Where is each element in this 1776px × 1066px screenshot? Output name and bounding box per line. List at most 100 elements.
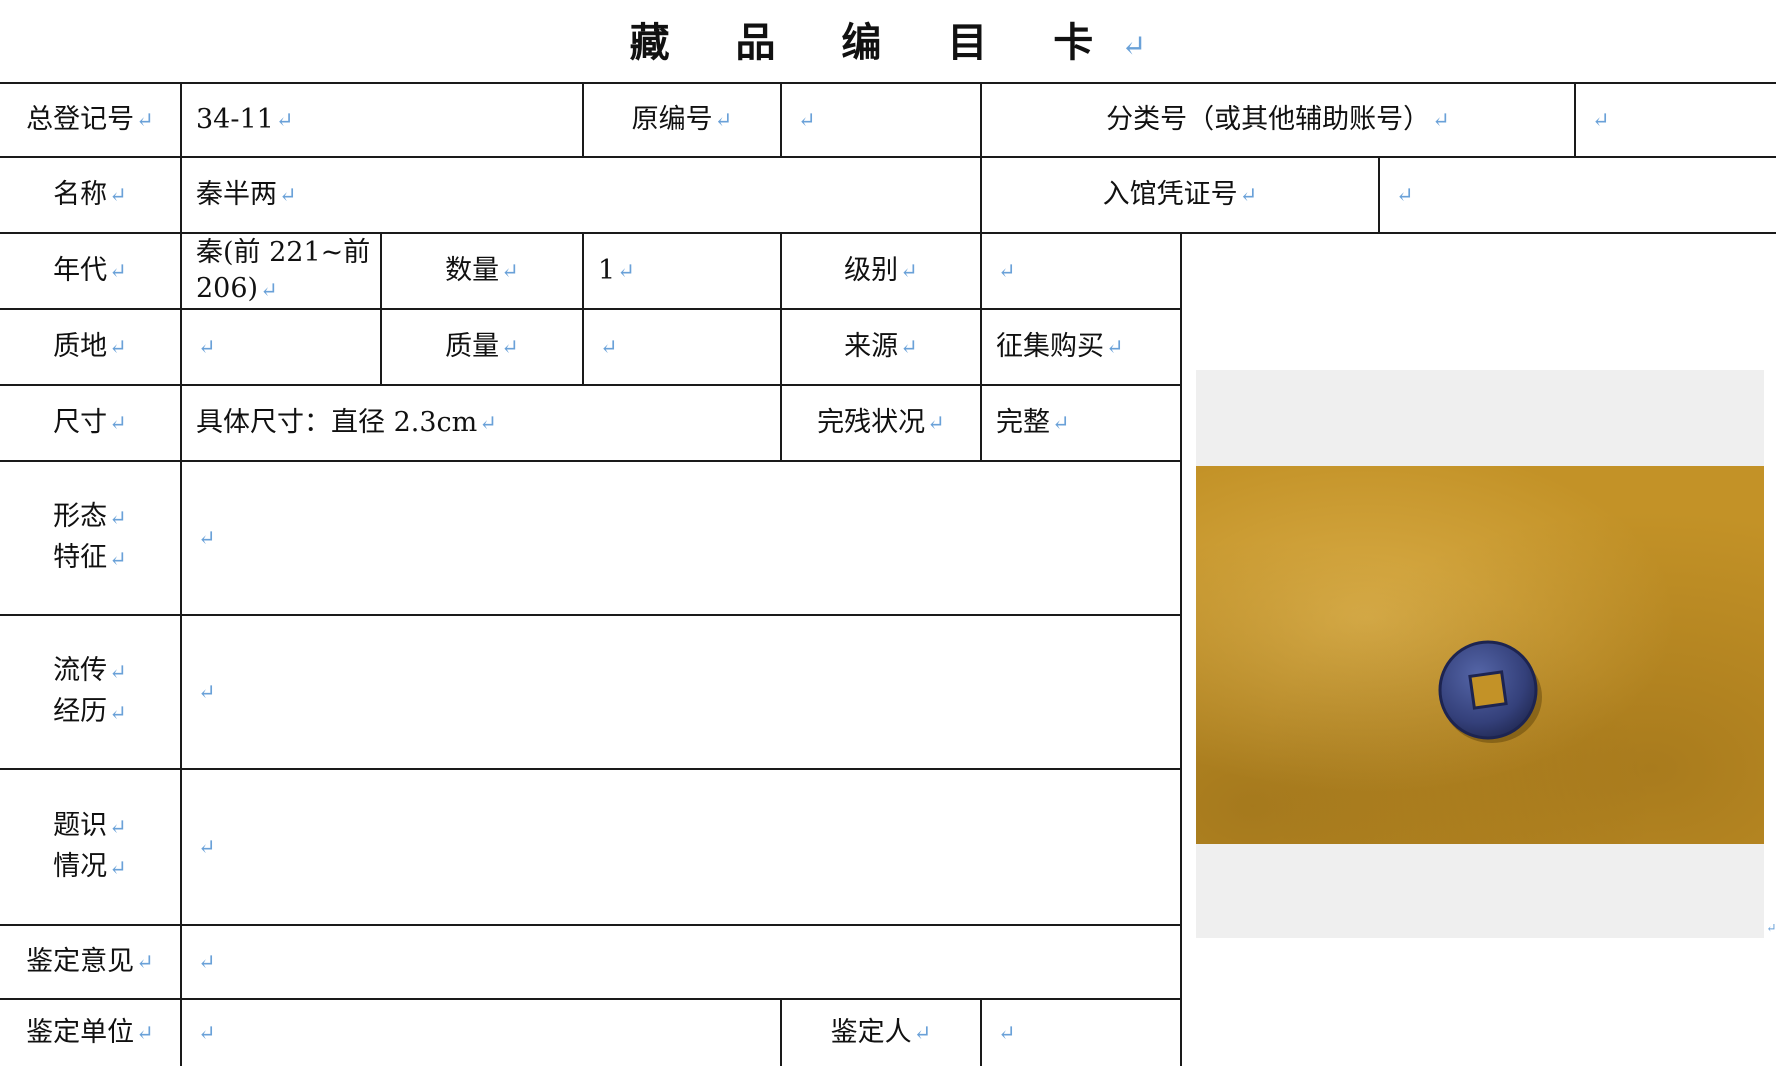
form-field[interactable]: ↵: [182, 462, 1182, 616]
return-mark-icon: ↵: [600, 334, 618, 359]
reg-no-field[interactable]: 34-11 ↵: [182, 84, 584, 158]
condition-label: 完残状况 ↵: [782, 386, 982, 462]
return-mark-icon: ↵: [109, 258, 127, 283]
history-label-line1: 流传: [53, 655, 108, 686]
return-mark-icon: ↵: [900, 258, 918, 283]
appraiser-label-text: 鉴定人: [830, 1017, 912, 1048]
return-mark-icon: ↵: [109, 505, 127, 530]
history-field[interactable]: ↵: [182, 616, 1182, 770]
return-mark-icon: ↵: [136, 949, 154, 974]
return-mark-icon: ↵: [109, 700, 127, 725]
class-no-label: 分类号（或其他辅助账号） ↵: [982, 84, 1576, 158]
history-label: 流传↵ 经历↵: [0, 616, 182, 770]
quantity-value: 1: [598, 255, 616, 286]
coin-image: [1438, 640, 1542, 743]
inscription-label-line2: 情况: [53, 851, 108, 882]
return-mark-icon: ↵: [900, 334, 918, 359]
unit-label-text: 鉴定单位: [26, 1017, 135, 1048]
orig-no-field[interactable]: ↵: [782, 84, 982, 158]
size-field[interactable]: 具体尺寸：直径 2.3cm ↵: [182, 386, 782, 462]
return-mark-icon: ↵: [109, 410, 127, 435]
class-no-label-text: 分类号（或其他辅助账号）: [1106, 104, 1431, 135]
source-value: 征集购买: [996, 331, 1104, 362]
return-mark-icon: ↵: [136, 107, 154, 132]
return-mark-icon: ↵: [136, 1020, 154, 1045]
condition-field[interactable]: 完整 ↵: [982, 386, 1182, 462]
return-mark-icon: ↵: [260, 276, 278, 302]
return-mark-icon: ↵: [109, 546, 127, 571]
appraiser-field[interactable]: ↵: [982, 1000, 1182, 1066]
artifact-photo: [1196, 466, 1764, 844]
grade-field[interactable]: ↵: [982, 234, 1182, 310]
form-label-line2: 特征: [53, 542, 108, 573]
return-mark-icon: ↵: [998, 1020, 1016, 1045]
return-mark-icon: ↵: [1239, 182, 1258, 207]
return-mark-icon: ↵: [198, 679, 216, 704]
source-label-text: 来源: [844, 331, 899, 362]
opinion-label-text: 鉴定意见: [26, 946, 135, 977]
return-mark-icon: ↵: [1766, 920, 1776, 935]
quantity-field[interactable]: 1 ↵: [584, 234, 782, 310]
return-mark-icon: ↵: [198, 525, 216, 550]
opinion-label: 鉴定意见 ↵: [0, 926, 182, 1000]
form-label: 形态↵ 特征↵: [0, 462, 182, 616]
return-mark-icon: ↵: [913, 1020, 932, 1045]
return-mark-icon: ↵: [275, 107, 294, 132]
return-mark-icon: ↵: [927, 410, 945, 435]
return-mark-icon: ↵: [109, 659, 127, 684]
opinion-field[interactable]: ↵: [182, 926, 1182, 1000]
condition-label-text: 完残状况: [817, 407, 926, 438]
return-mark-icon: ↵: [198, 1020, 216, 1045]
return-mark-icon: ↵: [617, 258, 635, 283]
weight-field[interactable]: ↵: [584, 310, 782, 386]
material-label-text: 质地: [53, 331, 108, 362]
card-title: 藏 品 编 目 卡↵: [0, 14, 1776, 72]
return-mark-icon: ↵: [1592, 107, 1610, 132]
weight-label-text: 质量: [445, 331, 500, 362]
form-label-line1: 形态: [53, 501, 108, 532]
return-mark-icon: ↵: [109, 182, 127, 207]
era-label: 年代 ↵: [0, 234, 182, 310]
era-field[interactable]: 秦(前 221~前 206)↵: [182, 234, 382, 310]
return-mark-icon: ↵: [501, 258, 519, 283]
reg-no-value: 34-11: [196, 104, 274, 135]
history-label-line2: 经历: [53, 696, 108, 727]
era-label-text: 年代: [53, 255, 108, 286]
return-mark-icon: ↵: [279, 182, 297, 207]
name-field[interactable]: 秦半两 ↵: [182, 158, 982, 234]
return-mark-icon: ↵: [714, 107, 733, 132]
era-value-line1: 秦(前 221~前: [196, 236, 371, 268]
size-label-text: 尺寸: [53, 407, 108, 438]
era-value-line2: 206): [196, 272, 259, 304]
appraiser-label: 鉴定人 ↵: [782, 1000, 982, 1066]
quantity-label: 数量 ↵: [382, 234, 584, 310]
grade-label: 级别 ↵: [782, 234, 982, 310]
source-field[interactable]: 征集购买 ↵: [982, 310, 1182, 386]
return-mark-icon: ↵: [1052, 410, 1070, 435]
size-label: 尺寸 ↵: [0, 386, 182, 462]
inscription-label-line1: 题识: [53, 810, 108, 841]
source-label: 来源 ↵: [782, 310, 982, 386]
material-field[interactable]: ↵: [182, 310, 382, 386]
return-mark-icon: ↵: [109, 814, 127, 839]
class-no-field[interactable]: ↵: [1576, 84, 1776, 158]
unit-field[interactable]: ↵: [182, 1000, 782, 1066]
material-label: 质地 ↵: [0, 310, 182, 386]
reg-no-label: 总登记号 ↵: [0, 84, 182, 158]
return-mark-icon: ↵: [1106, 334, 1124, 359]
entry-no-field[interactable]: ↵: [1380, 158, 1776, 234]
return-mark-icon: ↵: [1121, 29, 1147, 64]
return-mark-icon: ↵: [1432, 107, 1450, 132]
return-mark-icon: ↵: [1396, 182, 1414, 207]
name-label: 名称 ↵: [0, 158, 182, 234]
return-mark-icon: ↵: [479, 410, 497, 435]
unit-label: 鉴定单位 ↵: [0, 1000, 182, 1066]
entry-no-label-text: 入馆凭证号: [1102, 179, 1238, 210]
inscription-field[interactable]: ↵: [182, 770, 1182, 926]
orig-no-label: 原编号 ↵: [584, 84, 782, 158]
return-mark-icon: ↵: [998, 258, 1016, 283]
condition-value: 完整: [996, 407, 1050, 438]
return-mark-icon: ↵: [198, 949, 216, 974]
name-value: 秦半两: [196, 179, 277, 210]
grade-label-text: 级别: [844, 255, 899, 286]
